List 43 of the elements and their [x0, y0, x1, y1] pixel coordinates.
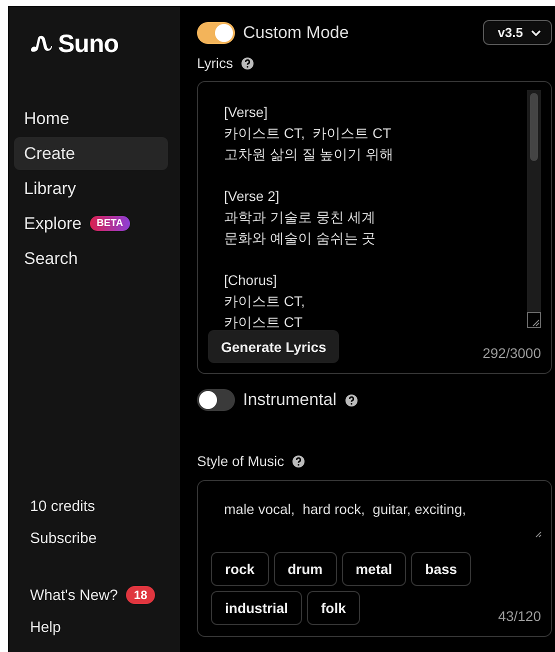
scrollbar[interactable]	[527, 90, 541, 312]
style-tag[interactable]: industrial	[211, 591, 302, 625]
resize-handle-icon[interactable]	[535, 531, 542, 538]
help-icon[interactable]	[241, 56, 254, 70]
character-counter: 292/3000	[482, 345, 541, 361]
lyrics-label: Lyrics	[197, 55, 234, 71]
toggle-label: Custom Mode	[243, 22, 349, 42]
style-tag[interactable]: rock	[211, 552, 269, 586]
style-tag[interactable]: drum	[274, 552, 337, 586]
toggle-switch[interactable]	[197, 389, 235, 411]
logo-text[interactable]: Suno	[58, 30, 118, 58]
chevron-down-icon	[531, 30, 541, 36]
nav-item[interactable]: Create	[14, 137, 168, 170]
nav-label: Search	[24, 248, 78, 268]
nav-item[interactable]: Library	[14, 172, 168, 205]
nav-label: Library	[24, 178, 76, 198]
style-tag[interactable]: metal	[342, 552, 406, 586]
style-field[interactable]: male vocal, hard rock, guitar, exciting, rock drum metal bass industrial folk 43/120	[197, 480, 552, 637]
nav-label: Explore	[24, 214, 82, 234]
style-tag[interactable]: bass	[411, 552, 472, 586]
subscribe-link[interactable]: Subscribe	[14, 522, 180, 554]
nav-item[interactable]: Search	[14, 242, 168, 275]
toggle-label: Instrumental	[243, 390, 337, 410]
resize-handle-icon[interactable]	[527, 312, 541, 328]
version-dropdown[interactable]: v3.5	[482, 20, 552, 45]
toggle-switch[interactable]	[197, 22, 235, 44]
beta-badge: BETA	[90, 216, 130, 231]
credits-text: 10 credits	[29, 496, 96, 516]
count-badge: 18	[126, 586, 156, 604]
help-icon[interactable]	[344, 394, 358, 406]
nav-label: Create	[24, 144, 76, 164]
logo-icon	[30, 34, 52, 54]
nav-item[interactable]: Home	[14, 102, 168, 135]
style-label: Style of Music	[197, 453, 284, 469]
help-icon[interactable]	[292, 454, 306, 468]
footer-link[interactable]: What's New?	[30, 586, 118, 604]
generate-lyrics-button[interactable]: Generate Lyrics	[208, 330, 340, 363]
footer-link[interactable]: Help	[30, 618, 61, 636]
nav-label: Home	[24, 108, 70, 128]
style-tag[interactable]: folk	[307, 591, 360, 625]
nav-item[interactable]: Explore BETA	[14, 207, 168, 240]
lyrics-field[interactable]: [Verse] 카이스트 CT, 카이스트 CT 고차원 삶의 질 높이기 위해 [Verse 2] 과학과 기술로 뭉친 세계 문화와 예술이 숨쉬는 곳 [Chorus] 카이스트 CT, 카이스트 CT Generate Lyrics 292/3000	[197, 81, 552, 374]
character-counter: 43/120	[498, 608, 541, 624]
